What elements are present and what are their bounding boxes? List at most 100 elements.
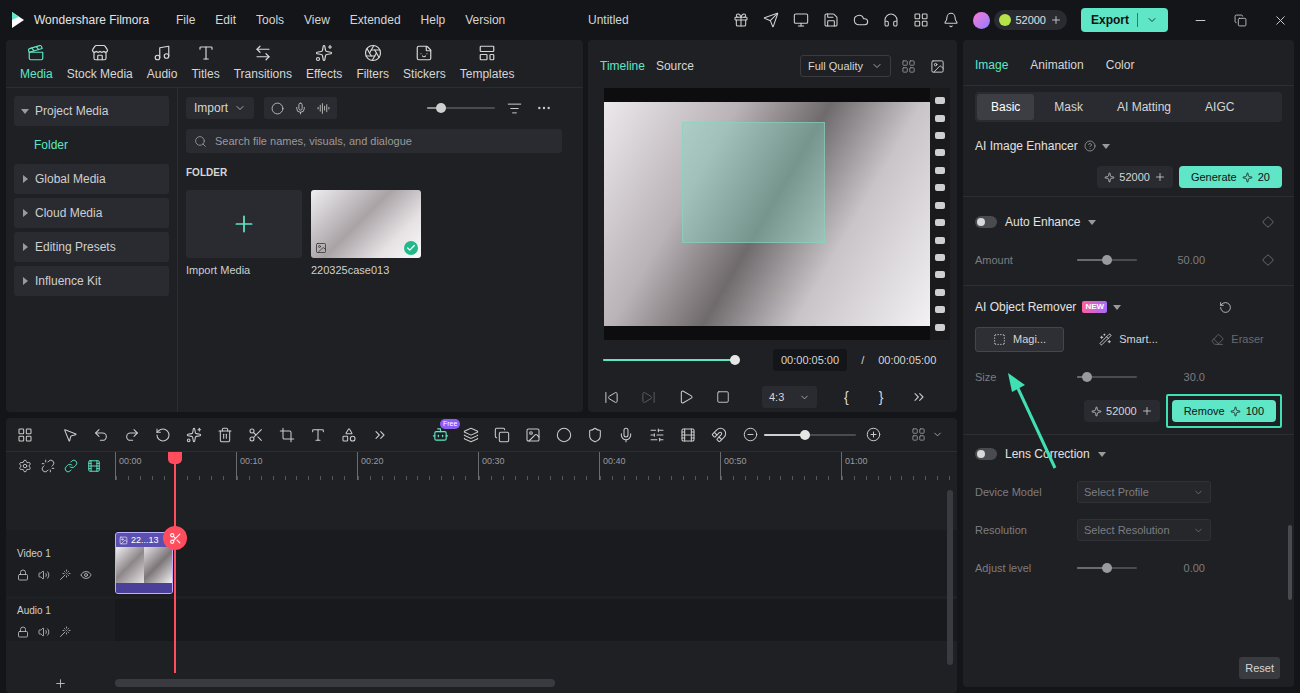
title-tool-icon[interactable] — [943, 12, 959, 28]
expanded-triangle-icon[interactable] — [1098, 450, 1106, 458]
slider-knob[interactable] — [800, 430, 810, 440]
quality-chevron-icon[interactable] — [871, 60, 883, 72]
add-credit-icon[interactable] — [1141, 405, 1153, 417]
track-effect-icon[interactable] — [59, 569, 71, 581]
track-view-chevron-icon[interactable] — [932, 429, 943, 440]
import-media-card[interactable]: Import Media — [186, 190, 302, 279]
play-icon[interactable] — [678, 389, 694, 405]
edit-tool-icon[interactable] — [341, 427, 357, 443]
remover-tool[interactable]: Magi... — [975, 327, 1064, 352]
auto-ripple-icon[interactable] — [87, 459, 101, 473]
unlink-icon[interactable] — [41, 459, 55, 473]
inspector-tab[interactable]: Image — [975, 56, 1008, 74]
timeline-tool-icon[interactable] — [587, 427, 603, 443]
media-tab[interactable]: Media — [20, 44, 53, 83]
media-search[interactable]: Search file names, visuals, and dialogue — [186, 129, 562, 153]
minimize-icon[interactable] — [1193, 13, 1208, 28]
media-tab[interactable]: Audio — [147, 44, 178, 83]
stop-icon[interactable] — [716, 390, 730, 404]
next-frame-icon[interactable] — [641, 390, 656, 405]
add-credit-icon[interactable] — [1154, 171, 1166, 183]
track-settings-icon[interactable] — [18, 459, 32, 473]
menu-item[interactable]: Tools — [256, 11, 284, 29]
keyframe-icon[interactable] — [1262, 216, 1274, 228]
preview-tab[interactable]: Source — [656, 57, 694, 75]
reset-button[interactable]: Reset — [1239, 657, 1280, 679]
record-voice-icon[interactable] — [294, 102, 307, 115]
media-tab[interactable]: Titles — [191, 44, 219, 83]
playback-progress[interactable] — [603, 354, 735, 366]
title-tool-icon[interactable] — [733, 12, 749, 28]
close-icon[interactable] — [1273, 13, 1288, 28]
add-track-icon[interactable] — [54, 677, 67, 690]
slider-knob[interactable] — [436, 103, 446, 113]
reset-remover-icon[interactable] — [1219, 301, 1232, 314]
lens-toggle[interactable] — [975, 448, 997, 460]
current-time[interactable]: 00:00:05:00 — [773, 349, 847, 371]
menu-item[interactable]: View — [304, 11, 330, 29]
playhead-line[interactable] — [174, 454, 176, 673]
menu-item[interactable]: Version — [465, 11, 505, 29]
track-lane[interactable]: 22...13 — [115, 530, 957, 596]
remove-button[interactable]: Remove100 — [1172, 400, 1276, 422]
aspect-dropdown[interactable]: 4:3 — [762, 386, 817, 408]
timeline-tool-icon[interactable] — [680, 427, 696, 443]
menu-item[interactable]: File — [176, 11, 195, 29]
slider-knob[interactable] — [1102, 255, 1112, 265]
avatar-icon[interactable] — [973, 12, 990, 29]
help-icon[interactable] — [1084, 140, 1096, 152]
timeline-tool-icon[interactable] — [525, 427, 541, 443]
title-tool-icon[interactable] — [793, 12, 809, 28]
edit-tool-icon[interactable] — [186, 427, 202, 443]
sidebar-subitem[interactable]: Folder — [14, 130, 169, 160]
media-tab[interactable]: Templates — [460, 44, 515, 83]
sidebar-item[interactable]: Cloud Media — [14, 198, 169, 228]
sidebar-item[interactable]: Global Media — [14, 164, 169, 194]
collapsed-triangle-icon[interactable] — [21, 175, 29, 183]
edit-tool-icon[interactable] — [155, 427, 171, 443]
remover-tool[interactable]: Smart... — [1084, 327, 1173, 352]
zoom-out-icon[interactable] — [743, 427, 758, 442]
export-button[interactable]: Export — [1081, 8, 1168, 32]
amount-value[interactable]: 50.00 — [1137, 252, 1205, 269]
edit-tool-icon[interactable] — [217, 427, 233, 443]
collapsed-triangle-icon[interactable] — [21, 243, 29, 251]
size-value[interactable]: 30.0 — [1137, 369, 1205, 386]
title-tool-icon[interactable] — [883, 12, 899, 28]
amount-slider[interactable] — [1077, 254, 1137, 266]
timeline-tool-icon[interactable] — [618, 427, 634, 443]
inspector-tab[interactable]: Animation — [1030, 56, 1083, 74]
link-icon[interactable] — [64, 459, 78, 473]
remover-credits[interactable]: 52000 — [1084, 400, 1160, 422]
sidebar-item[interactable]: Influence Kit — [14, 266, 169, 296]
edit-tool-icon[interactable] — [372, 427, 388, 443]
record-screen-icon[interactable] — [271, 102, 284, 115]
more-icon[interactable] — [536, 100, 552, 116]
export-options-icon[interactable] — [1146, 14, 1158, 26]
removal-selection[interactable] — [682, 122, 825, 243]
snapshot-icon[interactable] — [930, 59, 945, 74]
timeline-tool-icon[interactable] — [494, 427, 510, 443]
collapsed-triangle-icon[interactable] — [21, 209, 29, 217]
generate-button[interactable]: Generate20 — [1179, 166, 1282, 188]
adjust-level-slider[interactable] — [1077, 562, 1137, 574]
slider-knob[interactable] — [1082, 372, 1092, 382]
add-credits-icon[interactable] — [1050, 14, 1062, 26]
edit-tool-icon[interactable] — [62, 427, 78, 443]
mark-out-button[interactable]: } — [879, 387, 884, 408]
inspector-subtab[interactable]: AIGC — [1191, 94, 1248, 120]
aspect-chevron-icon[interactable] — [799, 392, 810, 403]
menu-item[interactable]: Edit — [215, 11, 236, 29]
voice-tools-icon[interactable] — [317, 102, 330, 115]
track-mute-icon[interactable] — [38, 569, 50, 581]
media-tab[interactable]: Transitions — [234, 44, 292, 83]
time-ruler[interactable]: 00:0000:1000:2000:3000:4000:5001:00 — [115, 452, 957, 480]
thumbnail-size-slider[interactable] — [427, 102, 495, 114]
restore-icon[interactable] — [1234, 14, 1247, 27]
previous-frame-icon[interactable] — [604, 390, 619, 405]
title-tool-icon[interactable] — [823, 12, 839, 28]
track-lane[interactable] — [115, 599, 957, 641]
media-tab[interactable]: Stock Media — [67, 44, 133, 83]
title-tool-icon[interactable] — [913, 12, 929, 28]
media-card[interactable]: 220325case013 — [311, 190, 421, 279]
